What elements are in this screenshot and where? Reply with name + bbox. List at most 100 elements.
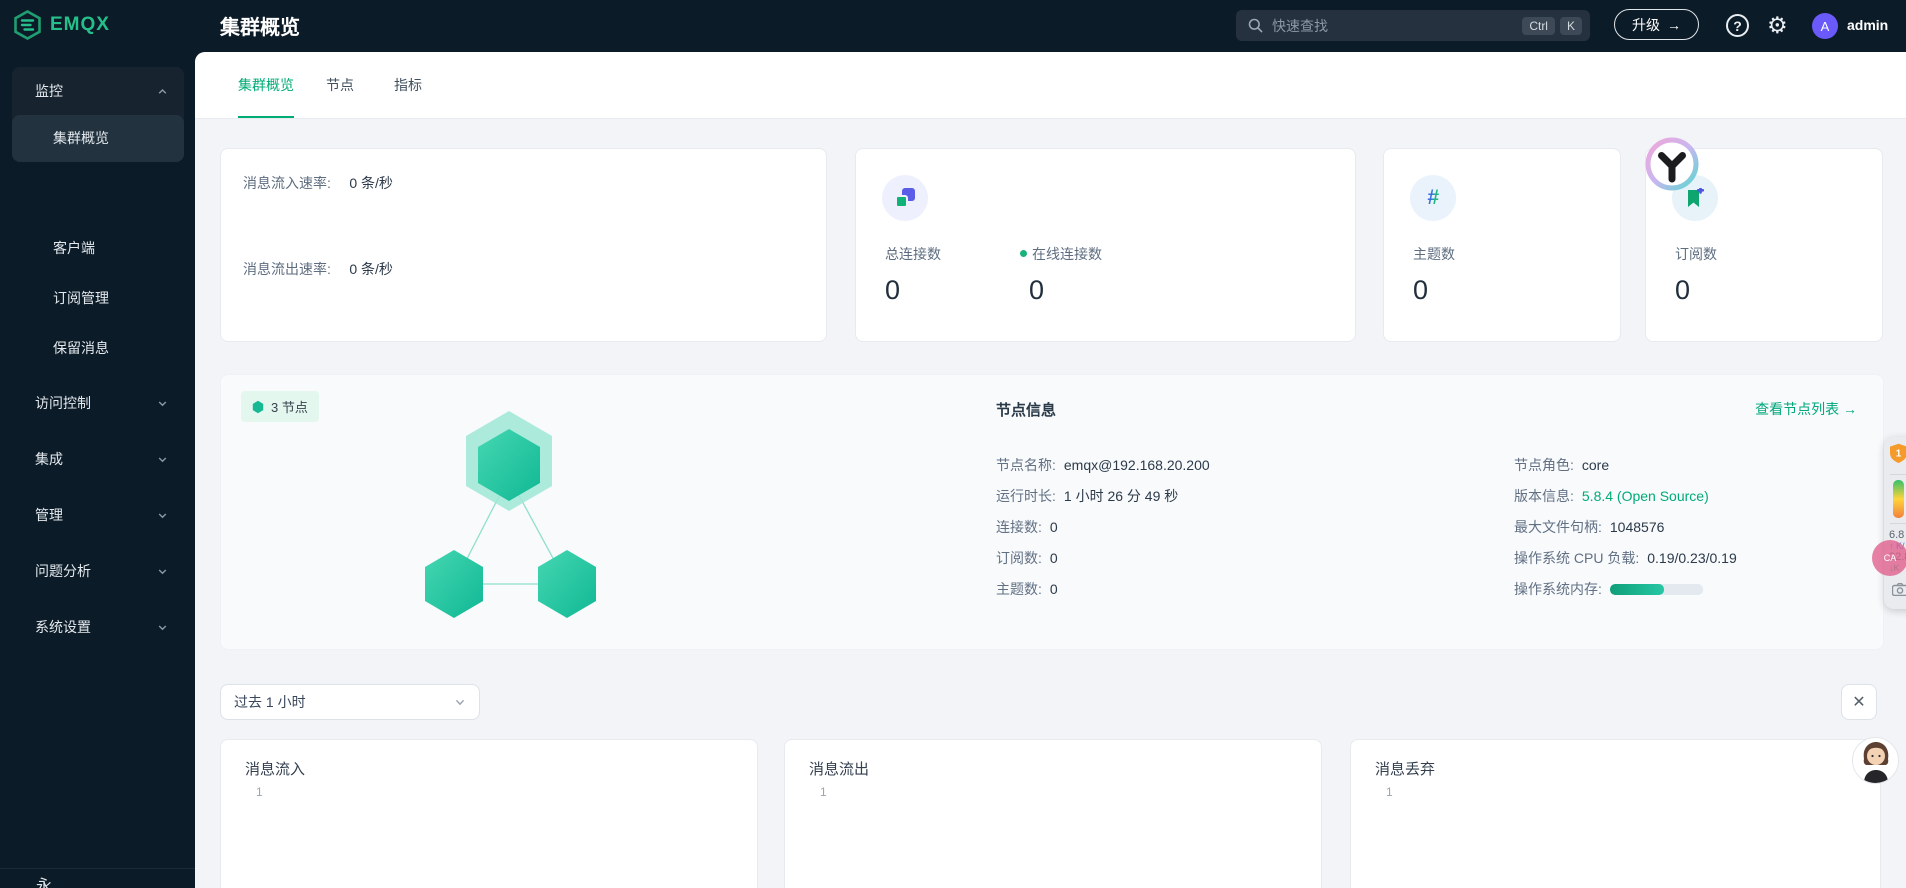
time-range-select[interactable]: 过去 1 小时 (220, 684, 480, 720)
divider (1890, 523, 1906, 524)
cartoon-girl-icon (1863, 741, 1888, 783)
gear-icon[interactable]: ⚙ (1767, 11, 1788, 39)
chevron-down-icon (158, 624, 167, 630)
sidebar-divider (0, 868, 195, 869)
total-connections-value: 0 (885, 275, 901, 305)
node-count-badge: 3 节点 (241, 391, 319, 422)
upgrade-label: 升级 (1632, 16, 1660, 33)
chart-title: 消息流入 (245, 761, 306, 778)
version-row: 版本信息: 5.8.4 (Open Source) (1514, 488, 1709, 504)
sidebar-item-monitoring[interactable]: 监控 (12, 67, 184, 115)
connections-icon (882, 175, 928, 221)
max-fds-row: 最大文件句柄: 1048576 (1514, 519, 1665, 535)
chevron-down-icon (158, 512, 167, 518)
cluster-topology-graphic[interactable] (409, 389, 639, 629)
message-rate-card: 消息流入速率: 0 条/秒 消息流出速率: 0 条/秒 (220, 148, 827, 342)
username[interactable]: admin (1847, 17, 1888, 33)
extension-side-widget[interactable]: 1 6.8 ↑ K/ 22.8 ↓K CA (1872, 437, 1906, 609)
time-range-value: 过去 1 小时 (234, 694, 306, 710)
upgrade-button[interactable]: 升级 → (1614, 9, 1699, 40)
hexagon-icon (252, 400, 264, 413)
camera-icon[interactable] (1891, 582, 1906, 597)
chevron-down-icon (455, 699, 465, 706)
extension-ring-icon[interactable] (1645, 137, 1699, 191)
uptime-row: 运行时长: 1 小时 26 分 49 秒 (996, 488, 1179, 504)
sidebar-group-monitoring: 监控 集群概览 (12, 67, 184, 162)
rate-in-label: 消息流入速率: (243, 175, 331, 191)
topics-label: 主题数 (1413, 246, 1455, 262)
rate-in-value: 0 条/秒 (349, 175, 393, 191)
tab-nodes[interactable]: 节点 (326, 52, 354, 118)
sidebar-item-subscriptions[interactable]: 订阅管理 (12, 275, 184, 322)
node-info-title: 节点信息 (996, 402, 1057, 419)
memory-row: 操作系统内存: (1514, 579, 1703, 599)
cpu-load-row: 操作系统 CPU 负载: 0.19/0.23/0.19 (1514, 550, 1737, 566)
arrow-right-icon: → (1843, 401, 1857, 417)
node-role-row: 节点角色: core (1514, 457, 1610, 473)
quick-search[interactable]: Ctrl K (1236, 10, 1590, 41)
chart-title: 消息丢弃 (1375, 761, 1436, 778)
divider (1890, 474, 1906, 475)
sidebar-item-label: 监控 (35, 83, 63, 99)
emqx-hexagon-icon (14, 10, 41, 40)
gradient-meter-bar (1893, 480, 1904, 518)
memory-progress-fill (1609, 584, 1664, 595)
view-node-list-link[interactable]: 查看节点列表 → (1755, 399, 1857, 419)
rate-row-in: 消息流入速率: 0 条/秒 (243, 173, 393, 193)
rate-out-label: 消息流出速率: (243, 261, 331, 277)
user-avatar[interactable]: A (1812, 13, 1838, 39)
chevron-up-icon (158, 88, 167, 94)
sidebar-item-label: 系统设置 (35, 619, 91, 635)
sidebar-item-label: 管理 (35, 507, 63, 523)
extension-avatar[interactable] (1852, 737, 1899, 784)
logo-text: EMQX (50, 14, 110, 35)
link-text: 查看节点列表 (1755, 401, 1840, 417)
sidebar-item-label: 集成 (35, 451, 63, 467)
chevron-down-icon (158, 456, 167, 462)
sidebar-item-system-settings[interactable]: 系统设置 (12, 603, 184, 651)
chart-card-messages-in: 消息流入 1 (220, 739, 758, 888)
y-axis-tick: 1 (256, 785, 263, 799)
sidebar-item-management[interactable]: 管理 (12, 491, 184, 539)
chevron-down-icon (158, 568, 167, 574)
sidebar-item-clients[interactable]: 客户端 (12, 225, 184, 272)
rate-out-value: 0 条/秒 (349, 261, 393, 277)
shield-badge-icon: 1 (1890, 443, 1906, 463)
sidebar-item-label: 访问控制 (35, 395, 91, 411)
page-title: 集群概览 (220, 17, 300, 39)
topics-hash-icon: # (1410, 175, 1456, 221)
sidebar-item-retained-messages[interactable]: 保留消息 (12, 325, 184, 372)
sidebar-item-diagnose[interactable]: 问题分析 (12, 547, 184, 595)
search-input[interactable] (1272, 17, 1518, 34)
tab-metrics[interactable]: 指标 (394, 52, 422, 118)
connections-card: 总连接数 0 在线连接数 0 (855, 148, 1356, 342)
tab-cluster-overview[interactable]: 集群概览 (238, 52, 294, 118)
extension-pink-circle[interactable]: CA (1872, 540, 1906, 576)
emqx-logo[interactable]: EMQX (14, 10, 110, 40)
y-axis-tick: 1 (820, 785, 827, 799)
subscriptions-row: 订阅数: 0 (996, 550, 1058, 566)
rate-row-out: 消息流出速率: 0 条/秒 (243, 259, 393, 279)
tabs-bar: 集群概览 节点 指标 (195, 52, 1906, 119)
sidebar-item-integrations[interactable]: 集成 (12, 435, 184, 483)
node-info-panel: 3 节点 节点信息 查看节点列表 → 节点名称: emqx@192.168.20.… (220, 374, 1884, 650)
svg-text:1: 1 (1896, 449, 1902, 460)
y-axis-tick: 1 (1386, 785, 1393, 799)
live-connections-label: 在线连接数 (1020, 244, 1102, 264)
connections-row: 连接数: 0 (996, 519, 1058, 535)
help-icon[interactable]: ? (1726, 14, 1749, 37)
top-bar: EMQX 集群概览 Ctrl K 升级 → ? ⚙ A admin (0, 0, 1906, 52)
arrow-right-icon: → (1667, 16, 1681, 33)
kbd-ctrl: Ctrl (1522, 16, 1555, 35)
live-connections-text: 在线连接数 (1032, 246, 1102, 262)
topics-card: # 主题数 0 (1383, 148, 1621, 342)
topics-row: 主题数: 0 (996, 581, 1058, 597)
close-charts-button[interactable]: ✕ (1841, 684, 1877, 720)
version-link[interactable]: 5.8.4 (Open Source) (1582, 488, 1709, 504)
search-icon (1248, 18, 1263, 33)
sidebar-item-access-control[interactable]: 访问控制 (12, 379, 184, 427)
chart-card-messages-out: 消息流出 1 (784, 739, 1322, 888)
topics-value: 0 (1413, 275, 1429, 305)
sidebar-item-cluster-overview[interactable]: 集群概览 (12, 115, 184, 162)
total-connections-label: 总连接数 (885, 246, 941, 262)
